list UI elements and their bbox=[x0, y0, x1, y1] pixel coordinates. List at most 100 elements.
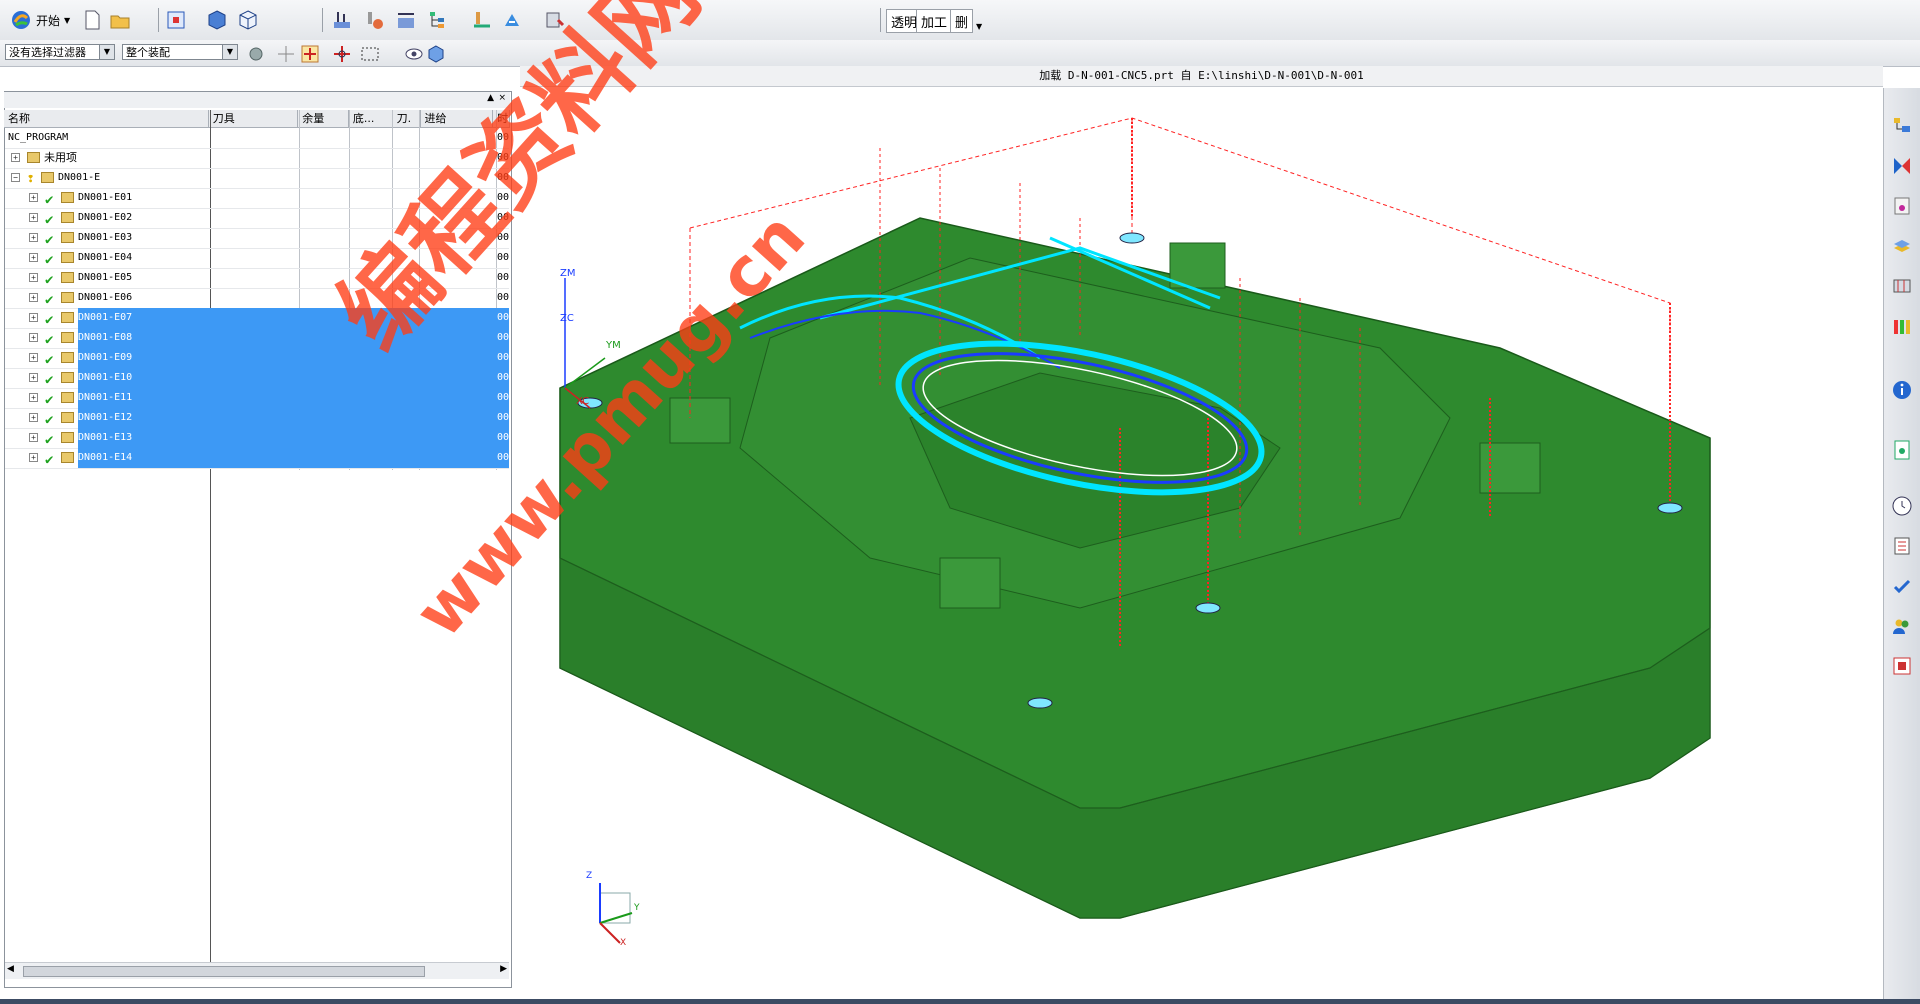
open-file-button[interactable] bbox=[108, 8, 132, 32]
fit-view-button[interactable] bbox=[164, 8, 188, 32]
wireframe-view-button[interactable] bbox=[236, 8, 260, 32]
row-time: 00 bbox=[497, 152, 509, 163]
create-operation-button[interactable] bbox=[470, 8, 494, 32]
generate-toolpath-button[interactable] bbox=[500, 8, 524, 32]
expand-icon[interactable]: + bbox=[29, 313, 38, 322]
row-time: 00 bbox=[497, 132, 509, 143]
history-tab[interactable] bbox=[1890, 438, 1914, 462]
system-scenes-tab[interactable] bbox=[1890, 654, 1914, 678]
clock-tab[interactable] bbox=[1890, 494, 1914, 518]
machining-button[interactable]: 加工 bbox=[916, 9, 953, 33]
tree-row-operation[interactable]: + ✔ DN001-E06 00 bbox=[5, 288, 509, 309]
create-program-button[interactable] bbox=[330, 8, 354, 32]
expand-icon[interactable]: + bbox=[29, 433, 38, 442]
view-triad bbox=[599, 883, 633, 944]
part-model-graphic[interactable] bbox=[520, 88, 1883, 999]
tree-row-operation[interactable]: + ✔ DN001-E12 00 bbox=[5, 408, 509, 429]
roles-tab[interactable] bbox=[1890, 614, 1914, 638]
box-select-button[interactable] bbox=[358, 42, 379, 62]
new-file-button[interactable] bbox=[80, 8, 104, 32]
show-hide-button[interactable] bbox=[402, 42, 423, 62]
tool-library-tab[interactable] bbox=[1890, 194, 1914, 218]
row-label: DN001-E04 bbox=[78, 252, 133, 263]
shaded-view-button[interactable] bbox=[205, 8, 229, 32]
column-name[interactable]: 名称 bbox=[4, 110, 209, 127]
tree-row-operation[interactable]: + ✔ DN001-E04 00 bbox=[5, 248, 509, 269]
folder-icon bbox=[61, 252, 74, 263]
column-stock[interactable]: 余量 bbox=[298, 110, 349, 127]
expand-icon[interactable]: + bbox=[29, 393, 38, 402]
triad-label-x: X bbox=[620, 938, 627, 948]
post-process-button[interactable] bbox=[542, 8, 566, 32]
check-icon: ✔ bbox=[45, 192, 54, 208]
snap-point-button[interactable] bbox=[274, 42, 294, 62]
navigator-horizontal-scrollbar[interactable]: ◀ ▶ bbox=[5, 962, 509, 979]
row-label: DN001-E07 bbox=[78, 308, 509, 328]
expand-icon[interactable]: + bbox=[29, 453, 38, 462]
check-icon: ✔ bbox=[45, 272, 54, 288]
expand-icon[interactable]: + bbox=[29, 333, 38, 342]
assembly-scope-dropdown[interactable]: 整个装配 ▼ bbox=[122, 44, 238, 60]
expand-icon[interactable]: + bbox=[29, 373, 38, 382]
expand-icon[interactable]: + bbox=[29, 233, 38, 242]
triad-label-z: Z bbox=[586, 871, 593, 881]
create-method-button[interactable] bbox=[426, 8, 450, 32]
tree-row-operation[interactable]: + ✔ DN001-E09 00 bbox=[5, 348, 509, 369]
column-feed[interactable]: 进给 bbox=[421, 110, 494, 127]
tree-row-nc-program[interactable]: NC_PROGRAM 00 bbox=[5, 128, 509, 149]
tree-row-operation[interactable]: + ✔ DN001-E08 00 bbox=[5, 328, 509, 349]
tree-row-unused-items[interactable]: + 未用项 00 bbox=[5, 148, 509, 169]
close-icon[interactable]: × bbox=[498, 93, 506, 103]
column-tool-number[interactable]: 刀. bbox=[393, 110, 421, 127]
tree-row-dn001-e[interactable]: − ❢ DN001-E 00 bbox=[5, 168, 509, 189]
row-time: 00 bbox=[497, 272, 509, 283]
process-studio-tab[interactable] bbox=[1890, 574, 1914, 598]
tree-row-operation[interactable]: + ✔ DN001-E02 00 bbox=[5, 208, 509, 229]
expand-icon[interactable]: + bbox=[29, 273, 38, 282]
scrollbar-thumb[interactable] bbox=[23, 966, 425, 977]
scroll-left-icon[interactable]: ◀ bbox=[7, 964, 14, 974]
part-view-button[interactable] bbox=[424, 42, 444, 63]
tree-row-operation[interactable]: + ✔ DN001-E03 00 bbox=[5, 228, 509, 249]
tree-row-operation[interactable]: + ✔ DN001-E05 00 bbox=[5, 268, 509, 289]
nx-logo-icon bbox=[12, 11, 30, 29]
row-label: 未用项 bbox=[44, 151, 77, 164]
machine-tool-tab[interactable] bbox=[1890, 154, 1914, 178]
tree-row-operation[interactable]: + ✔ DN001-E11 00 bbox=[5, 388, 509, 409]
tree-row-operation[interactable]: + ✔ DN001-E14 00 bbox=[5, 448, 509, 469]
graphics-viewport[interactable]: ZM ZC YM XC Z Y X bbox=[520, 88, 1883, 999]
collapse-icon[interactable]: − bbox=[11, 173, 20, 182]
create-geometry-button[interactable] bbox=[394, 8, 418, 32]
expand-icon[interactable]: + bbox=[11, 153, 20, 162]
general-selection-button[interactable] bbox=[244, 42, 264, 62]
selection-filter-dropdown[interactable]: 没有选择过滤器 ▼ bbox=[5, 44, 115, 60]
part-navigator-tab[interactable] bbox=[1890, 234, 1914, 258]
select-feature-button[interactable] bbox=[298, 42, 319, 63]
expand-icon[interactable]: + bbox=[29, 353, 38, 362]
point-snap-button[interactable] bbox=[330, 42, 350, 62]
expand-icon[interactable]: + bbox=[29, 293, 38, 302]
column-floor[interactable]: 底... bbox=[349, 110, 393, 127]
web-browser-tab[interactable] bbox=[1890, 378, 1914, 402]
expand-icon[interactable]: + bbox=[29, 213, 38, 222]
folder-icon bbox=[61, 372, 74, 383]
folder-icon bbox=[61, 292, 74, 303]
delete-button[interactable]: 删 bbox=[950, 9, 974, 33]
operation-navigator-tab[interactable] bbox=[1890, 114, 1914, 138]
column-tool[interactable]: 刀具 bbox=[209, 110, 299, 127]
palette-tab[interactable] bbox=[1890, 314, 1914, 338]
expand-icon[interactable]: + bbox=[29, 193, 38, 202]
expand-icon[interactable]: + bbox=[29, 253, 38, 262]
reuse-library-tab[interactable] bbox=[1890, 274, 1914, 298]
tree-row-operation[interactable]: + ✔ DN001-E13 00 bbox=[5, 428, 509, 449]
row-label: DN001-E02 bbox=[78, 212, 133, 223]
tree-row-operation[interactable]: + ✔ DN001-E07 00 bbox=[5, 308, 509, 329]
scroll-right-icon[interactable]: ▶ bbox=[500, 964, 507, 974]
chevron-up-icon[interactable]: ▲ bbox=[487, 93, 494, 103]
system-materials-tab[interactable] bbox=[1890, 534, 1914, 558]
tree-row-operation[interactable]: + ✔ DN001-E01 00 bbox=[5, 188, 509, 209]
start-button[interactable]: 开始 ▼ bbox=[10, 8, 70, 32]
expand-icon[interactable]: + bbox=[29, 413, 38, 422]
create-tool-button[interactable] bbox=[362, 8, 386, 32]
tree-row-operation[interactable]: + ✔ DN001-E10 00 bbox=[5, 368, 509, 389]
